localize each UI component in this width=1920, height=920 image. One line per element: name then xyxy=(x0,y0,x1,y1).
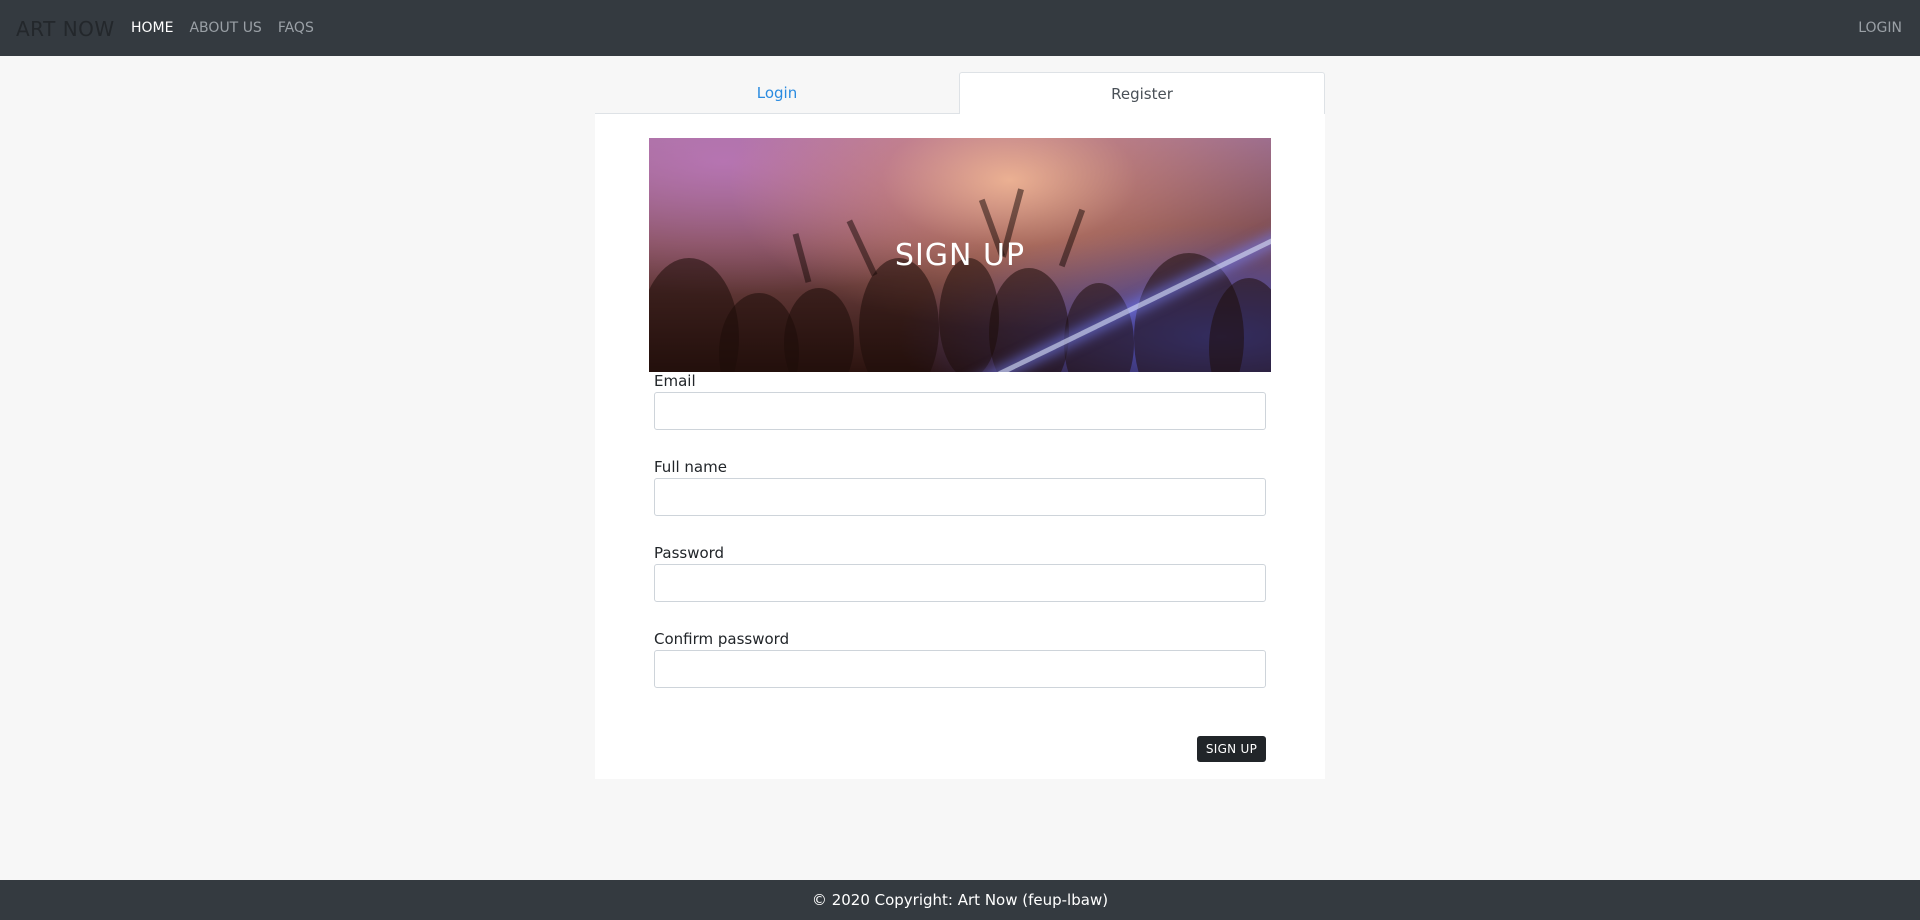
nav-link-home[interactable]: HOME xyxy=(131,20,173,36)
nav-links: HOME ABOUT US FAQS xyxy=(131,20,314,36)
nav-link-faqs[interactable]: FAQS xyxy=(278,20,314,36)
footer-copyright: © 2020 Copyright: Art Now (feup-lbaw) xyxy=(811,891,1109,909)
page-footer: © 2020 Copyright: Art Now (feup-lbaw) xyxy=(0,880,1920,920)
confirm-password-label: Confirm password xyxy=(654,630,790,648)
tab-login[interactable]: Login xyxy=(595,72,959,114)
nav-login-link[interactable]: LOGIN xyxy=(1858,20,1902,36)
hero-title: SIGN UP xyxy=(894,237,1026,273)
confirm-password-field[interactable] xyxy=(654,650,1266,688)
brand-logo[interactable]: ART NOW xyxy=(16,17,115,41)
nav-link-about-us[interactable]: ABOUT US xyxy=(189,20,261,36)
full-name-label: Full name xyxy=(654,458,727,476)
password-label: Password xyxy=(654,544,725,562)
auth-tabs: Login Register xyxy=(595,72,1325,114)
sign-up-button[interactable]: SIGN UP xyxy=(1197,736,1266,762)
tab-register[interactable]: Register xyxy=(959,72,1325,114)
email-field[interactable] xyxy=(654,392,1266,430)
register-card: SIGN UP Email Full name Password Confirm… xyxy=(595,114,1325,779)
full-name-field[interactable] xyxy=(654,478,1266,516)
signup-hero-image: SIGN UP xyxy=(649,138,1271,372)
top-navbar: ART NOW HOME ABOUT US FAQS LOGIN xyxy=(0,0,1920,56)
email-label: Email xyxy=(654,372,696,390)
password-field[interactable] xyxy=(654,564,1266,602)
